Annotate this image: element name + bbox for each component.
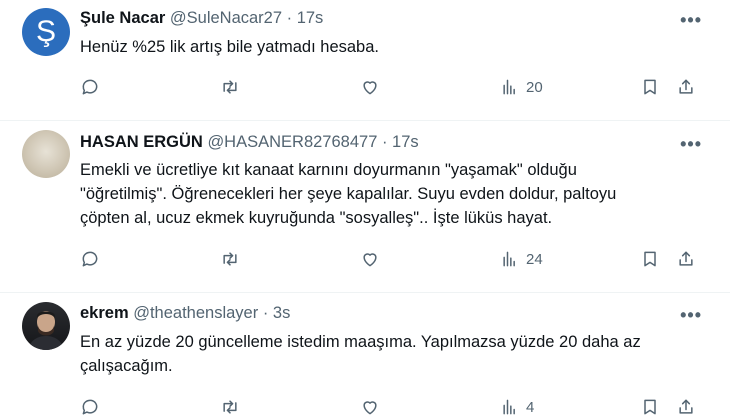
view-count: 4 [526, 398, 535, 416]
display-name[interactable]: HASAN ERGÜN [80, 133, 203, 151]
tweet-text: Emekli ve ücretliye kıt kanaat karnını d… [80, 158, 700, 230]
tweet-text-line: çalışacağım. [80, 357, 173, 375]
handle[interactable]: @SuleNacar27 [170, 9, 282, 27]
tweet-text-line: En az yüzde 20 güncelleme istedim maaşım… [80, 333, 641, 351]
tweet-text-line: "öğretilmiş". Öğrenecekleri her şeye kap… [80, 185, 617, 203]
heart-icon [363, 253, 377, 267]
avatar-letter: Ş [35, 15, 56, 48]
tweet-text: En az yüzde 20 güncelleme istedim maaşım… [80, 330, 700, 378]
bookmark-button[interactable] [640, 396, 660, 418]
tweet-header: Şule Nacar @SuleNacar27 · 17s [80, 9, 323, 28]
tweet-header: HASAN ERGÜN @HASANER82768477 · 17s [80, 133, 419, 152]
heart-icon [363, 81, 377, 95]
view-count: 24 [526, 250, 543, 268]
tweet[interactable]: Ş Şule Nacar @SuleNacar27 · 17s ••• Henü… [0, 0, 730, 121]
handle[interactable]: @theathenslayer [133, 304, 258, 322]
views-button[interactable]: 24 [500, 248, 543, 270]
more-options-icon[interactable]: ••• [680, 305, 702, 326]
retweet-icon [223, 252, 237, 266]
more-options-icon[interactable]: ••• [680, 10, 702, 31]
retweet-icon [223, 80, 237, 94]
tweet-actions: 24 [80, 248, 706, 272]
tweet-text: Henüz %25 lik artış bile yatmadı hesaba. [80, 35, 700, 59]
tweet-text-line: çöpten al, ucuz ekmek kuyruğunda "sosyal… [80, 209, 553, 227]
avatar[interactable] [22, 302, 70, 350]
display-name[interactable]: ekrem [80, 304, 129, 322]
timestamp[interactable]: · 3s [263, 304, 291, 322]
views-icon [503, 79, 515, 95]
bookmark-icon [644, 79, 656, 95]
like-button[interactable] [360, 396, 380, 418]
share-button[interactable] [676, 76, 696, 98]
avatar[interactable]: Ş [22, 8, 70, 56]
tweet-text-line: Emekli ve ücretliye kıt kanaat karnını d… [80, 161, 577, 179]
retweet-icon [223, 400, 237, 414]
retweet-button[interactable] [220, 396, 240, 418]
views-icon [503, 399, 515, 415]
avatar-portrait [28, 311, 64, 350]
view-count: 20 [526, 78, 543, 96]
tweet-text-line: Henüz %25 lik artış bile yatmadı hesaba. [80, 38, 379, 56]
bookmark-icon [644, 399, 656, 415]
like-button[interactable] [360, 248, 380, 270]
tweet-actions: 4 [80, 396, 706, 420]
retweet-button[interactable] [220, 76, 240, 98]
tweet[interactable]: ekrem @theathenslayer · 3s ••• En az yüz… [0, 292, 730, 420]
reply-button[interactable] [80, 76, 100, 98]
timestamp[interactable]: · 17s [382, 133, 419, 151]
bookmark-icon [644, 251, 656, 267]
share-button[interactable] [676, 396, 696, 418]
display-name[interactable]: Şule Nacar [80, 9, 165, 27]
reply-icon [82, 251, 98, 267]
share-button[interactable] [676, 248, 696, 270]
share-icon [679, 399, 693, 414]
views-button[interactable]: 4 [500, 396, 534, 418]
avatar[interactable] [22, 130, 70, 178]
like-button[interactable] [360, 76, 380, 98]
bookmark-button[interactable] [640, 248, 660, 270]
more-options-icon[interactable]: ••• [680, 134, 702, 155]
share-icon [679, 251, 693, 266]
reply-button[interactable] [80, 396, 100, 418]
handle[interactable]: @HASANER82768477 [207, 133, 377, 151]
reply-icon [82, 79, 98, 95]
views-icon [503, 251, 515, 267]
heart-icon [363, 401, 377, 415]
retweet-button[interactable] [220, 248, 240, 270]
reply-icon [82, 399, 98, 415]
timestamp[interactable]: · 17s [287, 9, 324, 27]
tweet-header: ekrem @theathenslayer · 3s [80, 304, 290, 323]
tweet[interactable]: HASAN ERGÜN @HASANER82768477 · 17s ••• E… [0, 120, 730, 293]
reply-button[interactable] [80, 248, 100, 270]
views-button[interactable]: 20 [500, 76, 543, 98]
tweet-actions: 20 [80, 76, 706, 100]
share-icon [679, 79, 693, 94]
bookmark-button[interactable] [640, 76, 660, 98]
